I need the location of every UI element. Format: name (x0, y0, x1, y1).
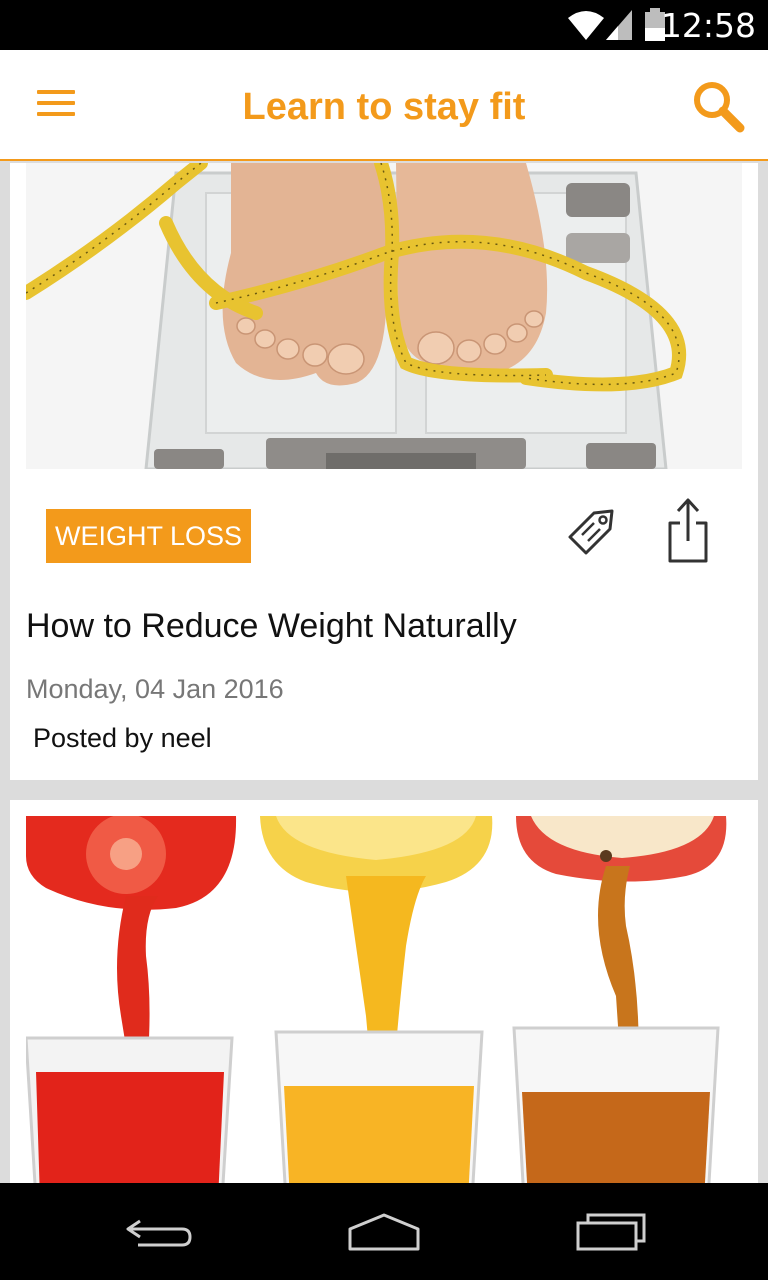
post-author: Posted by neel (33, 723, 212, 753)
share-icon[interactable] (662, 493, 714, 565)
status-bar: 12:58 (0, 0, 768, 50)
post-image[interactable] (26, 163, 742, 469)
recent-apps-icon[interactable] (572, 1207, 652, 1257)
post-card[interactable] (10, 800, 758, 1183)
search-icon[interactable] (688, 76, 750, 138)
category-badge[interactable]: WEIGHT LOSS (46, 509, 252, 563)
post-card[interactable]: WEIGHT LOSS How to Reduce Weight Natural… (10, 163, 758, 780)
back-icon[interactable] (118, 1207, 198, 1257)
status-clock: 12:58 (660, 6, 756, 45)
post-date: Monday, 04 Jan 2016 (26, 674, 284, 704)
cell-signal-icon (604, 8, 634, 47)
tag-icon[interactable] (564, 503, 620, 559)
post-feed[interactable]: WEIGHT LOSS How to Reduce Weight Natural… (0, 163, 768, 1183)
fruit-juices-image (26, 816, 742, 1183)
page-title: Learn to stay fit (242, 86, 526, 128)
home-icon[interactable] (344, 1207, 424, 1257)
post-image[interactable] (26, 816, 742, 1183)
feet-on-scale-image (26, 163, 742, 469)
wifi-icon (566, 8, 606, 47)
system-nav-bar (0, 1183, 768, 1280)
post-title[interactable]: How to Reduce Weight Naturally (26, 607, 517, 646)
app-bar: Learn to stay fit (0, 50, 768, 161)
